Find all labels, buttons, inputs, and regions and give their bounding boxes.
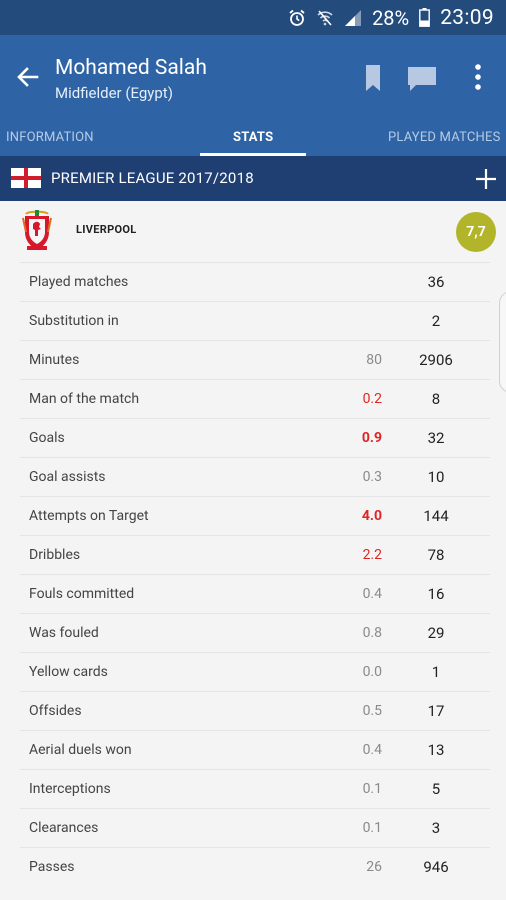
league-name: PREMIER LEAGUE 2017/2018 <box>51 169 254 187</box>
stat-average: 0.4 <box>362 742 382 758</box>
stat-label: Attempts on Target <box>29 508 149 524</box>
bookmark-icon[interactable] <box>365 64 381 96</box>
stat-label: Substitution in <box>29 313 119 329</box>
player-name: Mohamed Salah <box>55 56 207 80</box>
stat-row: Yellow cards 0.0 1 <box>20 652 490 691</box>
stat-row: Aerial duels won 0.4 13 <box>20 730 490 769</box>
stat-row: Goal assists 0.3 10 <box>20 457 490 496</box>
stat-total: 13 <box>427 741 445 759</box>
stat-total: 144 <box>423 507 449 525</box>
stat-row: Passes 26 946 <box>20 847 490 886</box>
stat-total: 32 <box>427 429 445 447</box>
stat-row: Minutes 80 2906 <box>20 340 490 379</box>
stat-label: Played matches <box>29 274 129 290</box>
stat-row: Offsides 0.5 17 <box>20 691 490 730</box>
stat-total: 29 <box>427 624 445 642</box>
stat-total: 10 <box>427 468 445 486</box>
stat-label: Offsides <box>29 703 82 719</box>
stat-row: Fouls committed 0.4 16 <box>20 574 490 613</box>
stat-row: Substitution in 2 <box>20 301 490 340</box>
stat-average <box>320 263 382 302</box>
stat-row: Man of the match 0.2 8 <box>20 379 490 418</box>
stat-row: Clearances 0.1 3 <box>20 808 490 847</box>
team-name: LIVERPOOL <box>76 223 137 236</box>
stat-label: Dribbles <box>29 547 81 563</box>
stat-row: Played matches 36 <box>20 262 490 301</box>
stat-average: 0.1 <box>362 781 382 797</box>
stat-label: Aerial duels won <box>29 742 132 758</box>
stat-total: 5 <box>431 780 441 798</box>
clock: 23:09 <box>440 5 494 30</box>
stat-label: Interceptions <box>29 781 111 797</box>
stat-total: 3 <box>431 819 441 837</box>
stat-row: Attempts on Target 4.0 144 <box>20 496 490 535</box>
stat-label: Clearances <box>29 820 99 836</box>
stat-average <box>320 302 382 341</box>
stat-label: Yellow cards <box>29 664 108 680</box>
stat-label: Man of the match <box>29 391 140 407</box>
stat-average: 0.8 <box>362 625 382 641</box>
stat-row: Dribbles 2.2 78 <box>20 535 490 574</box>
stat-total: 17 <box>427 702 445 720</box>
stat-average: 0.4 <box>362 586 382 602</box>
tab-information[interactable]: INFORMATION <box>6 119 94 156</box>
battery-percent: 28% <box>372 5 410 30</box>
stat-label: Goal assists <box>29 469 106 485</box>
stat-total: 2906 <box>419 351 453 369</box>
stat-average: 0.0 <box>362 664 382 680</box>
stat-average: 26 <box>366 859 382 875</box>
title-block: Mohamed Salah Midfielder (Egypt) <box>55 55 207 103</box>
stat-total: 36 <box>427 273 445 291</box>
stat-label: Passes <box>29 859 75 875</box>
stat-row: Was fouled 0.8 29 <box>20 613 490 652</box>
stat-total: 946 <box>423 858 449 876</box>
app-bar: Mohamed Salah Midfielder (Egypt) <box>0 35 506 119</box>
stat-label: Minutes <box>29 352 80 368</box>
player-subtitle: Midfielder (Egypt) <box>55 84 173 102</box>
stat-average: 0.3 <box>362 469 382 485</box>
stat-label: Was fouled <box>29 625 99 641</box>
stat-total: 2 <box>431 312 441 330</box>
signal-icon <box>344 9 362 27</box>
rating-badge: 7,7 <box>456 212 496 252</box>
stat-total: 1 <box>431 663 441 681</box>
stat-label: Goals <box>29 430 65 446</box>
tab-bar: INFORMATION STATS PLAYED MATCHES <box>0 119 506 156</box>
alarm-icon <box>288 9 306 27</box>
stat-total: 8 <box>431 390 441 408</box>
team-row[interactable]: LIVERPOOL 7,7 <box>0 201 506 262</box>
england-flag-icon <box>11 168 41 188</box>
stat-average: 4.0 <box>361 508 382 524</box>
status-bar: 28% 23:09 <box>0 0 506 35</box>
stat-row: Goals 0.9 32 <box>20 418 490 457</box>
liverpool-crest-icon <box>22 210 52 252</box>
stat-average: 0.1 <box>362 820 382 836</box>
back-arrow-icon[interactable] <box>14 63 42 91</box>
stat-total: 78 <box>427 546 445 564</box>
stats-content[interactable]: LIVERPOOL 7,7 Played matches 36 Substituti… <box>0 201 506 900</box>
chat-icon[interactable] <box>407 66 437 96</box>
wifi-off-icon <box>316 9 334 27</box>
stat-average: 0.2 <box>362 391 382 407</box>
more-vert-icon[interactable] <box>470 63 486 95</box>
battery-icon <box>419 8 431 27</box>
plus-icon[interactable] <box>474 167 498 191</box>
stat-average: 0.9 <box>361 430 382 446</box>
stats-list: Played matches 36 Substitution in 2 Minutes 8… <box>0 262 506 886</box>
stat-row: Interceptions 0.1 5 <box>20 769 490 808</box>
league-bar[interactable]: PREMIER LEAGUE 2017/2018 <box>0 156 506 201</box>
tab-stats[interactable]: STATS <box>233 119 273 156</box>
tab-played-matches[interactable]: PLAYED MATCHES <box>388 119 501 156</box>
stat-average: 2.2 <box>362 547 382 563</box>
stat-label: Fouls committed <box>29 586 135 602</box>
stat-average: 80 <box>366 352 382 368</box>
stat-average: 0.5 <box>362 703 382 719</box>
stat-total: 16 <box>427 585 445 603</box>
